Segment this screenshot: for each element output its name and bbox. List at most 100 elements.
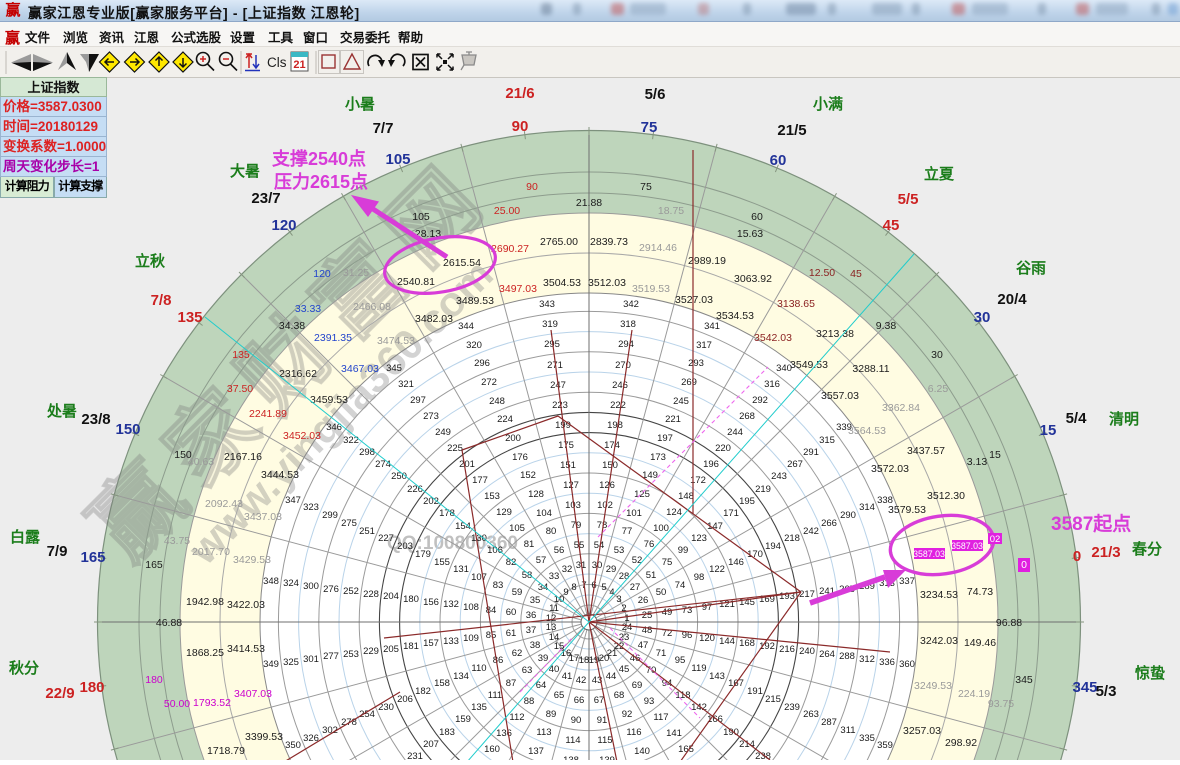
svg-text:38: 38: [530, 640, 541, 651]
svg-text:335: 335: [859, 733, 875, 744]
svg-text:137: 137: [528, 746, 544, 757]
svg-text:37.50: 37.50: [227, 383, 253, 395]
svg-text:142: 142: [691, 702, 707, 713]
svg-text:203: 203: [397, 541, 413, 552]
svg-text:61: 61: [506, 628, 517, 639]
svg-text:5/3: 5/3: [1096, 683, 1117, 700]
svg-text:242: 242: [803, 526, 819, 537]
svg-text:315: 315: [819, 435, 835, 446]
svg-text:3467.03: 3467.03: [341, 363, 379, 375]
svg-text:52: 52: [632, 555, 643, 566]
svg-text:214: 214: [739, 739, 755, 750]
svg-text:3512.03: 3512.03: [588, 277, 626, 289]
svg-text:81: 81: [524, 539, 535, 550]
svg-text:207: 207: [423, 739, 439, 750]
svg-text:34.38: 34.38: [279, 320, 305, 332]
svg-text:126: 126: [599, 480, 615, 491]
svg-text:93: 93: [644, 696, 655, 707]
svg-text:18.75: 18.75: [658, 205, 684, 217]
svg-text:62: 62: [512, 648, 523, 659]
svg-text:275: 275: [341, 518, 357, 529]
svg-text:35: 35: [530, 595, 541, 606]
svg-text:264: 264: [819, 649, 835, 660]
svg-text:128: 128: [528, 489, 544, 500]
svg-text:216: 216: [779, 644, 795, 655]
svg-text:3564.53: 3564.53: [848, 425, 886, 437]
svg-text:200: 200: [505, 433, 521, 444]
svg-text:319: 319: [542, 319, 558, 330]
svg-text:173: 173: [650, 452, 666, 463]
svg-text:92: 92: [622, 709, 633, 720]
svg-text:48: 48: [642, 625, 653, 636]
svg-text:206: 206: [397, 694, 413, 705]
svg-text:67: 67: [594, 695, 605, 706]
svg-text:3452.03: 3452.03: [283, 430, 321, 442]
svg-text:349: 349: [263, 659, 279, 670]
svg-text:54: 54: [594, 540, 605, 551]
svg-text:224.19: 224.19: [958, 688, 990, 700]
svg-text:99: 99: [678, 545, 689, 556]
svg-text:3414.53: 3414.53: [227, 643, 265, 655]
svg-text:3429.53: 3429.53: [233, 554, 271, 566]
svg-text:139: 139: [599, 755, 615, 760]
svg-text:小暑: 小暑: [345, 95, 375, 113]
svg-text:3489.53: 3489.53: [456, 295, 494, 307]
svg-text:3572.03: 3572.03: [871, 463, 909, 475]
svg-text:2092.43: 2092.43: [205, 498, 243, 510]
svg-text:180: 180: [79, 679, 104, 696]
svg-text:65: 65: [554, 690, 565, 701]
svg-text:177: 177: [472, 475, 488, 486]
svg-text:298: 298: [359, 447, 375, 458]
svg-text:190: 190: [723, 727, 739, 738]
svg-text:224: 224: [497, 414, 513, 425]
svg-text:51: 51: [646, 570, 657, 581]
svg-text:269: 269: [681, 377, 697, 388]
svg-text:85: 85: [486, 630, 497, 641]
svg-text:179: 179: [415, 549, 431, 560]
svg-text:60: 60: [770, 152, 787, 169]
svg-text:3242.03: 3242.03: [920, 635, 958, 647]
svg-text:293: 293: [688, 358, 704, 369]
svg-text:317: 317: [696, 340, 712, 351]
svg-text:105: 105: [509, 523, 525, 534]
svg-text:296: 296: [474, 358, 490, 369]
svg-text:196: 196: [703, 459, 719, 470]
svg-text:3: 3: [616, 594, 621, 605]
svg-text:198: 198: [607, 420, 623, 431]
svg-text:45: 45: [619, 664, 630, 675]
svg-text:239: 239: [784, 702, 800, 713]
svg-text:87: 87: [506, 678, 517, 689]
svg-text:3362.84: 3362.84: [882, 402, 920, 414]
svg-text:60: 60: [506, 607, 517, 618]
svg-text:246: 246: [612, 380, 628, 391]
svg-text:180: 180: [403, 594, 419, 605]
svg-text:秋分: 秋分: [9, 659, 39, 677]
svg-text:9.38: 9.38: [876, 320, 897, 332]
svg-text:122: 122: [709, 564, 725, 575]
svg-text:158: 158: [434, 678, 450, 689]
svg-text:115: 115: [597, 735, 612, 746]
svg-text:350: 350: [285, 740, 301, 751]
svg-text:2: 2: [621, 603, 626, 614]
svg-text:3138.65: 3138.65: [777, 298, 815, 310]
svg-text:270: 270: [615, 360, 631, 371]
svg-text:268: 268: [739, 411, 755, 422]
svg-text:347: 347: [285, 495, 301, 506]
svg-text:277: 277: [323, 651, 339, 662]
svg-text:28: 28: [619, 571, 630, 582]
svg-text:6.25: 6.25: [928, 383, 949, 395]
svg-text:97: 97: [702, 602, 713, 613]
svg-text:341: 341: [704, 321, 720, 332]
svg-text:3399.53: 3399.53: [245, 731, 283, 743]
svg-text:53: 53: [614, 545, 625, 556]
svg-text:15: 15: [989, 449, 1001, 461]
svg-text:251: 251: [359, 526, 375, 537]
svg-text:3234.53: 3234.53: [920, 589, 958, 601]
svg-text:287: 287: [821, 717, 837, 728]
svg-text:74: 74: [675, 580, 686, 591]
svg-text:112: 112: [509, 712, 524, 723]
svg-text:159: 159: [455, 714, 471, 725]
svg-text:3549.53: 3549.53: [790, 359, 828, 371]
svg-text:22/9: 22/9: [45, 685, 74, 702]
svg-text:90: 90: [512, 118, 529, 135]
